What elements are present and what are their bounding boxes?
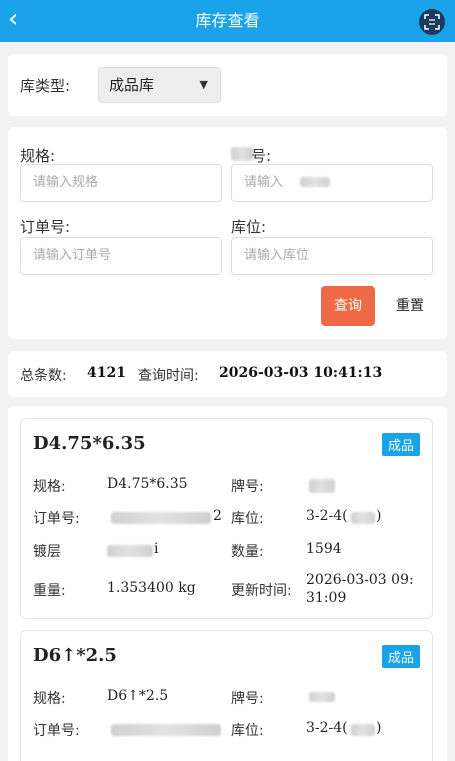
brand-key: 牌号: xyxy=(231,479,264,495)
redacted-plating xyxy=(107,545,153,557)
list-item[interactable]: D4.75*6.35 成品 规格: D4.75*6.35 牌号: 订单号: 2 … xyxy=(20,418,433,619)
brand-input[interactable]: 请输入 xyxy=(231,164,433,202)
spec-label: 规格: xyxy=(20,147,56,165)
type-label: 库类型: xyxy=(20,77,71,95)
page-title: 库存查看 xyxy=(195,11,260,30)
weight-key: 重量: xyxy=(33,583,66,599)
app-header: ‹ 库存查看 xyxy=(0,0,455,42)
order-tail: 2 xyxy=(213,508,222,524)
location-value: 3-2-4( xyxy=(306,720,348,736)
plating-tail: i xyxy=(154,541,159,557)
plating-key: 镀层 xyxy=(33,544,61,560)
list-item[interactable]: D6↑*2.5 成品 规格: D6↑*2.5 牌号: 订单号: 库位: 3-2-… xyxy=(20,630,433,761)
query-button[interactable]: 查询 xyxy=(321,286,375,326)
scan-icon[interactable] xyxy=(419,9,445,35)
spec-value: D4.75*6.35 xyxy=(107,476,188,492)
search-form-card: 规格: 请输入规格 号: 请输入 订单号: 请输入订单号 库位: 请输入库位 查… xyxy=(8,127,447,339)
redacted-placeholder xyxy=(300,177,330,187)
brand-label: 号: xyxy=(251,147,272,165)
query-time: 2026-03-03 10:41:13 xyxy=(219,365,383,381)
query-time-label: 查询时间: xyxy=(138,368,199,384)
brand-key: 牌号: xyxy=(231,691,264,707)
updated-value: 2026-03-03 09:31:09 xyxy=(306,572,414,606)
type-select-value: 成品库 xyxy=(109,76,155,94)
location-key: 库位: xyxy=(231,511,264,527)
item-title: D6↑*2.5 xyxy=(33,645,117,666)
location-tail: ) xyxy=(376,720,382,736)
redacted-brand xyxy=(309,692,335,702)
order-key: 订单号: xyxy=(33,723,80,739)
spec-key: 规格: xyxy=(33,691,66,707)
spec-key: 规格: xyxy=(33,479,66,495)
type-select[interactable]: 成品库 ▼ xyxy=(98,67,221,103)
item-title: D4.75*6.35 xyxy=(33,433,146,454)
order-key: 订单号: xyxy=(33,511,80,527)
location-input[interactable]: 请输入库位 xyxy=(231,237,433,275)
redacted-order xyxy=(111,512,211,524)
results-card: D4.75*6.35 成品 规格: D4.75*6.35 牌号: 订单号: 2 … xyxy=(8,406,447,761)
quantity-value: 1594 xyxy=(306,541,342,557)
weight-value: 1.353400 kg xyxy=(107,580,196,596)
order-input[interactable]: 请输入订单号 xyxy=(20,237,222,275)
redacted-brand xyxy=(309,479,335,493)
quantity-key: 数量: xyxy=(231,544,264,560)
redacted-order xyxy=(111,724,221,736)
redacted-location xyxy=(351,724,375,736)
location-label: 库位: xyxy=(231,218,267,236)
dropdown-arrow-icon: ▼ xyxy=(199,78,208,91)
status-badge: 成品 xyxy=(381,433,420,456)
spec-input[interactable]: 请输入规格 xyxy=(20,164,222,202)
redacted-location xyxy=(351,512,375,524)
reset-button[interactable]: 重置 xyxy=(385,286,435,326)
spec-value: D6↑*2.5 xyxy=(107,688,169,704)
redacted-label xyxy=(231,147,253,161)
status-badge: 成品 xyxy=(381,645,420,668)
summary-card: 总条数: 4121 查询时间: 2026-03-03 10:41:13 xyxy=(8,351,447,397)
type-filter-card: 库类型: 成品库 ▼ xyxy=(8,54,447,116)
updated-key: 更新时间: xyxy=(231,583,292,599)
order-label: 订单号: xyxy=(20,218,71,236)
total-label: 总条数: xyxy=(20,368,67,384)
location-key: 库位: xyxy=(231,723,264,739)
location-tail: ) xyxy=(376,508,382,524)
location-value: 3-2-4( xyxy=(306,508,348,524)
total-count: 4121 xyxy=(87,365,126,381)
